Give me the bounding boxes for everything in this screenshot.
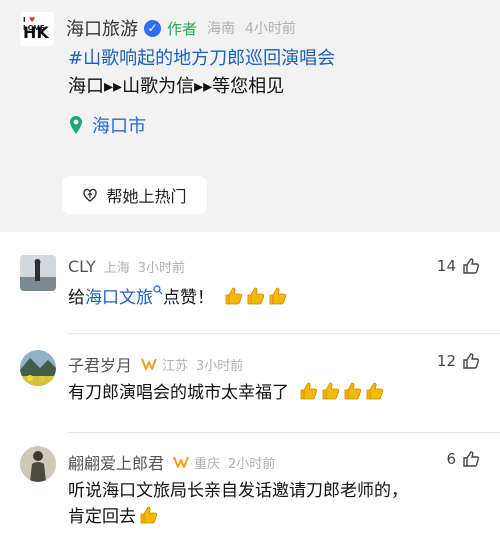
thumbs-up-emoji-icon xyxy=(226,287,243,305)
like-control[interactable]: 14 xyxy=(437,257,480,275)
thumbs-up-emoji-icon xyxy=(248,287,265,305)
fan-badge-icon xyxy=(141,358,157,370)
heart-arrow-icon xyxy=(83,188,98,202)
thumbs-up-emoji-icon xyxy=(301,382,318,400)
avatar-city-text: HK xyxy=(23,23,49,42)
location-text: 海口市 xyxy=(92,116,146,137)
thumbs-up-emoji-group xyxy=(298,381,384,401)
location-tag[interactable]: 海口市 xyxy=(68,112,146,138)
boost-hot-label: 帮她上热门 xyxy=(106,187,187,206)
comment-divider xyxy=(68,432,500,433)
commenter-avatar[interactable] xyxy=(20,350,56,386)
post-card: I ♥ LOVE HK 海口旅游 ✓ 作者 海南 4小时前 #山歌响起的地方刀郎… xyxy=(0,0,500,232)
comment-text: 给海口文旅 点赞！ xyxy=(68,285,480,311)
thumbs-up-emoji-icon xyxy=(345,382,362,400)
thumb-up-outline-icon xyxy=(463,258,480,274)
comment-divider xyxy=(68,333,500,334)
comment-text-pre: 给 xyxy=(68,288,85,308)
comment-time: 2小时前 xyxy=(228,456,276,472)
commenter-name-line: 子君岁月 江苏 3小时前 xyxy=(68,352,243,376)
comment-text-line1: 听说海口文旅局长亲自发话邀请刀郎老师的， xyxy=(68,481,408,501)
comment-time: 3小时前 xyxy=(137,261,186,276)
like-control[interactable]: 12 xyxy=(437,352,480,370)
commenter-name-line: CLY 上海 3小时前 xyxy=(68,257,185,276)
boost-hot-button[interactable]: 帮她上热门 xyxy=(62,176,207,214)
thumb-up-outline-icon xyxy=(463,451,480,467)
thumbs-up-emoji-icon xyxy=(140,506,158,524)
commenter-region: 重庆 xyxy=(194,456,221,472)
comment-text-line2: 肯定回去 xyxy=(68,507,136,527)
comment-item: 子君岁月 江苏 3小时前 12 有刀郎演唱会的城市太幸福了 xyxy=(0,340,500,432)
author-avatar[interactable]: I ♥ LOVE HK xyxy=(20,12,54,46)
post-time: 4小时前 xyxy=(245,21,296,37)
verified-icon: ✓ xyxy=(144,19,161,37)
thumbs-up-emoji-icon xyxy=(270,287,287,305)
commenter-name-line: 翩翩爱上郎君 重庆 2小时前 xyxy=(68,450,275,474)
hashtag-title[interactable]: #山歌响起的地方刀郎巡回演唱会 xyxy=(68,44,335,70)
comment-text-line2-wrap: 肯定回去 xyxy=(68,504,480,530)
thumb-up-outline-icon xyxy=(463,353,480,369)
commenter-name[interactable]: 子君岁月 xyxy=(68,352,132,376)
commenter-avatar[interactable] xyxy=(20,255,56,291)
author-name[interactable]: 海口旅游 xyxy=(66,15,138,41)
thumbs-up-emoji-icon xyxy=(323,382,340,400)
thumbs-up-emoji-group xyxy=(223,286,287,306)
comment-text: 有刀郎演唱会的城市太幸福了 xyxy=(68,380,480,406)
avatar-photo-icon xyxy=(20,350,56,386)
author-tag: 作者 xyxy=(167,19,198,38)
commenter-name[interactable]: 翩翩爱上郎君 xyxy=(68,450,164,474)
commenter-region: 上海 xyxy=(103,261,130,276)
fan-badge-icon xyxy=(173,456,189,468)
mention-link[interactable]: 海口文旅 xyxy=(85,288,153,308)
thumbs-up-emoji-icon xyxy=(367,382,384,400)
commenter-name[interactable]: CLY xyxy=(68,257,96,276)
post-subtitle: 海口▸▸山歌为信▸▸等您相见 xyxy=(68,76,285,97)
like-control[interactable]: 6 xyxy=(446,450,480,468)
location-pin-icon xyxy=(70,116,82,134)
avatar-photo-icon xyxy=(20,446,56,482)
search-icon xyxy=(153,285,163,295)
like-count: 6 xyxy=(446,450,456,468)
avatar-photo-icon xyxy=(20,255,56,291)
comment-text-body: 有刀郎演唱会的城市太幸福了 xyxy=(68,383,289,403)
like-count: 14 xyxy=(436,257,456,275)
commenter-avatar[interactable] xyxy=(20,446,56,482)
comment-item: CLY 上海 3小时前 14 给海口文旅 点赞！ xyxy=(0,245,500,331)
like-count: 12 xyxy=(436,352,456,370)
comment-item: 翩翩爱上郎君 重庆 2小时前 6 听说海口文旅局长亲自发话邀请刀郎老师的， 肯定… xyxy=(0,438,500,550)
comment-text-post: 点赞！ xyxy=(163,288,214,308)
post-region: 海南 xyxy=(207,21,236,37)
comment-time: 3小时前 xyxy=(196,358,244,374)
comment-text: 听说海口文旅局长亲自发话邀请刀郎老师的， 肯定回去 xyxy=(68,478,480,530)
thumbs-up-emoji-group xyxy=(138,505,158,525)
commenter-region: 江苏 xyxy=(162,358,189,374)
author-line: 海口旅游 ✓ 作者 海南 4小时前 xyxy=(66,14,296,42)
